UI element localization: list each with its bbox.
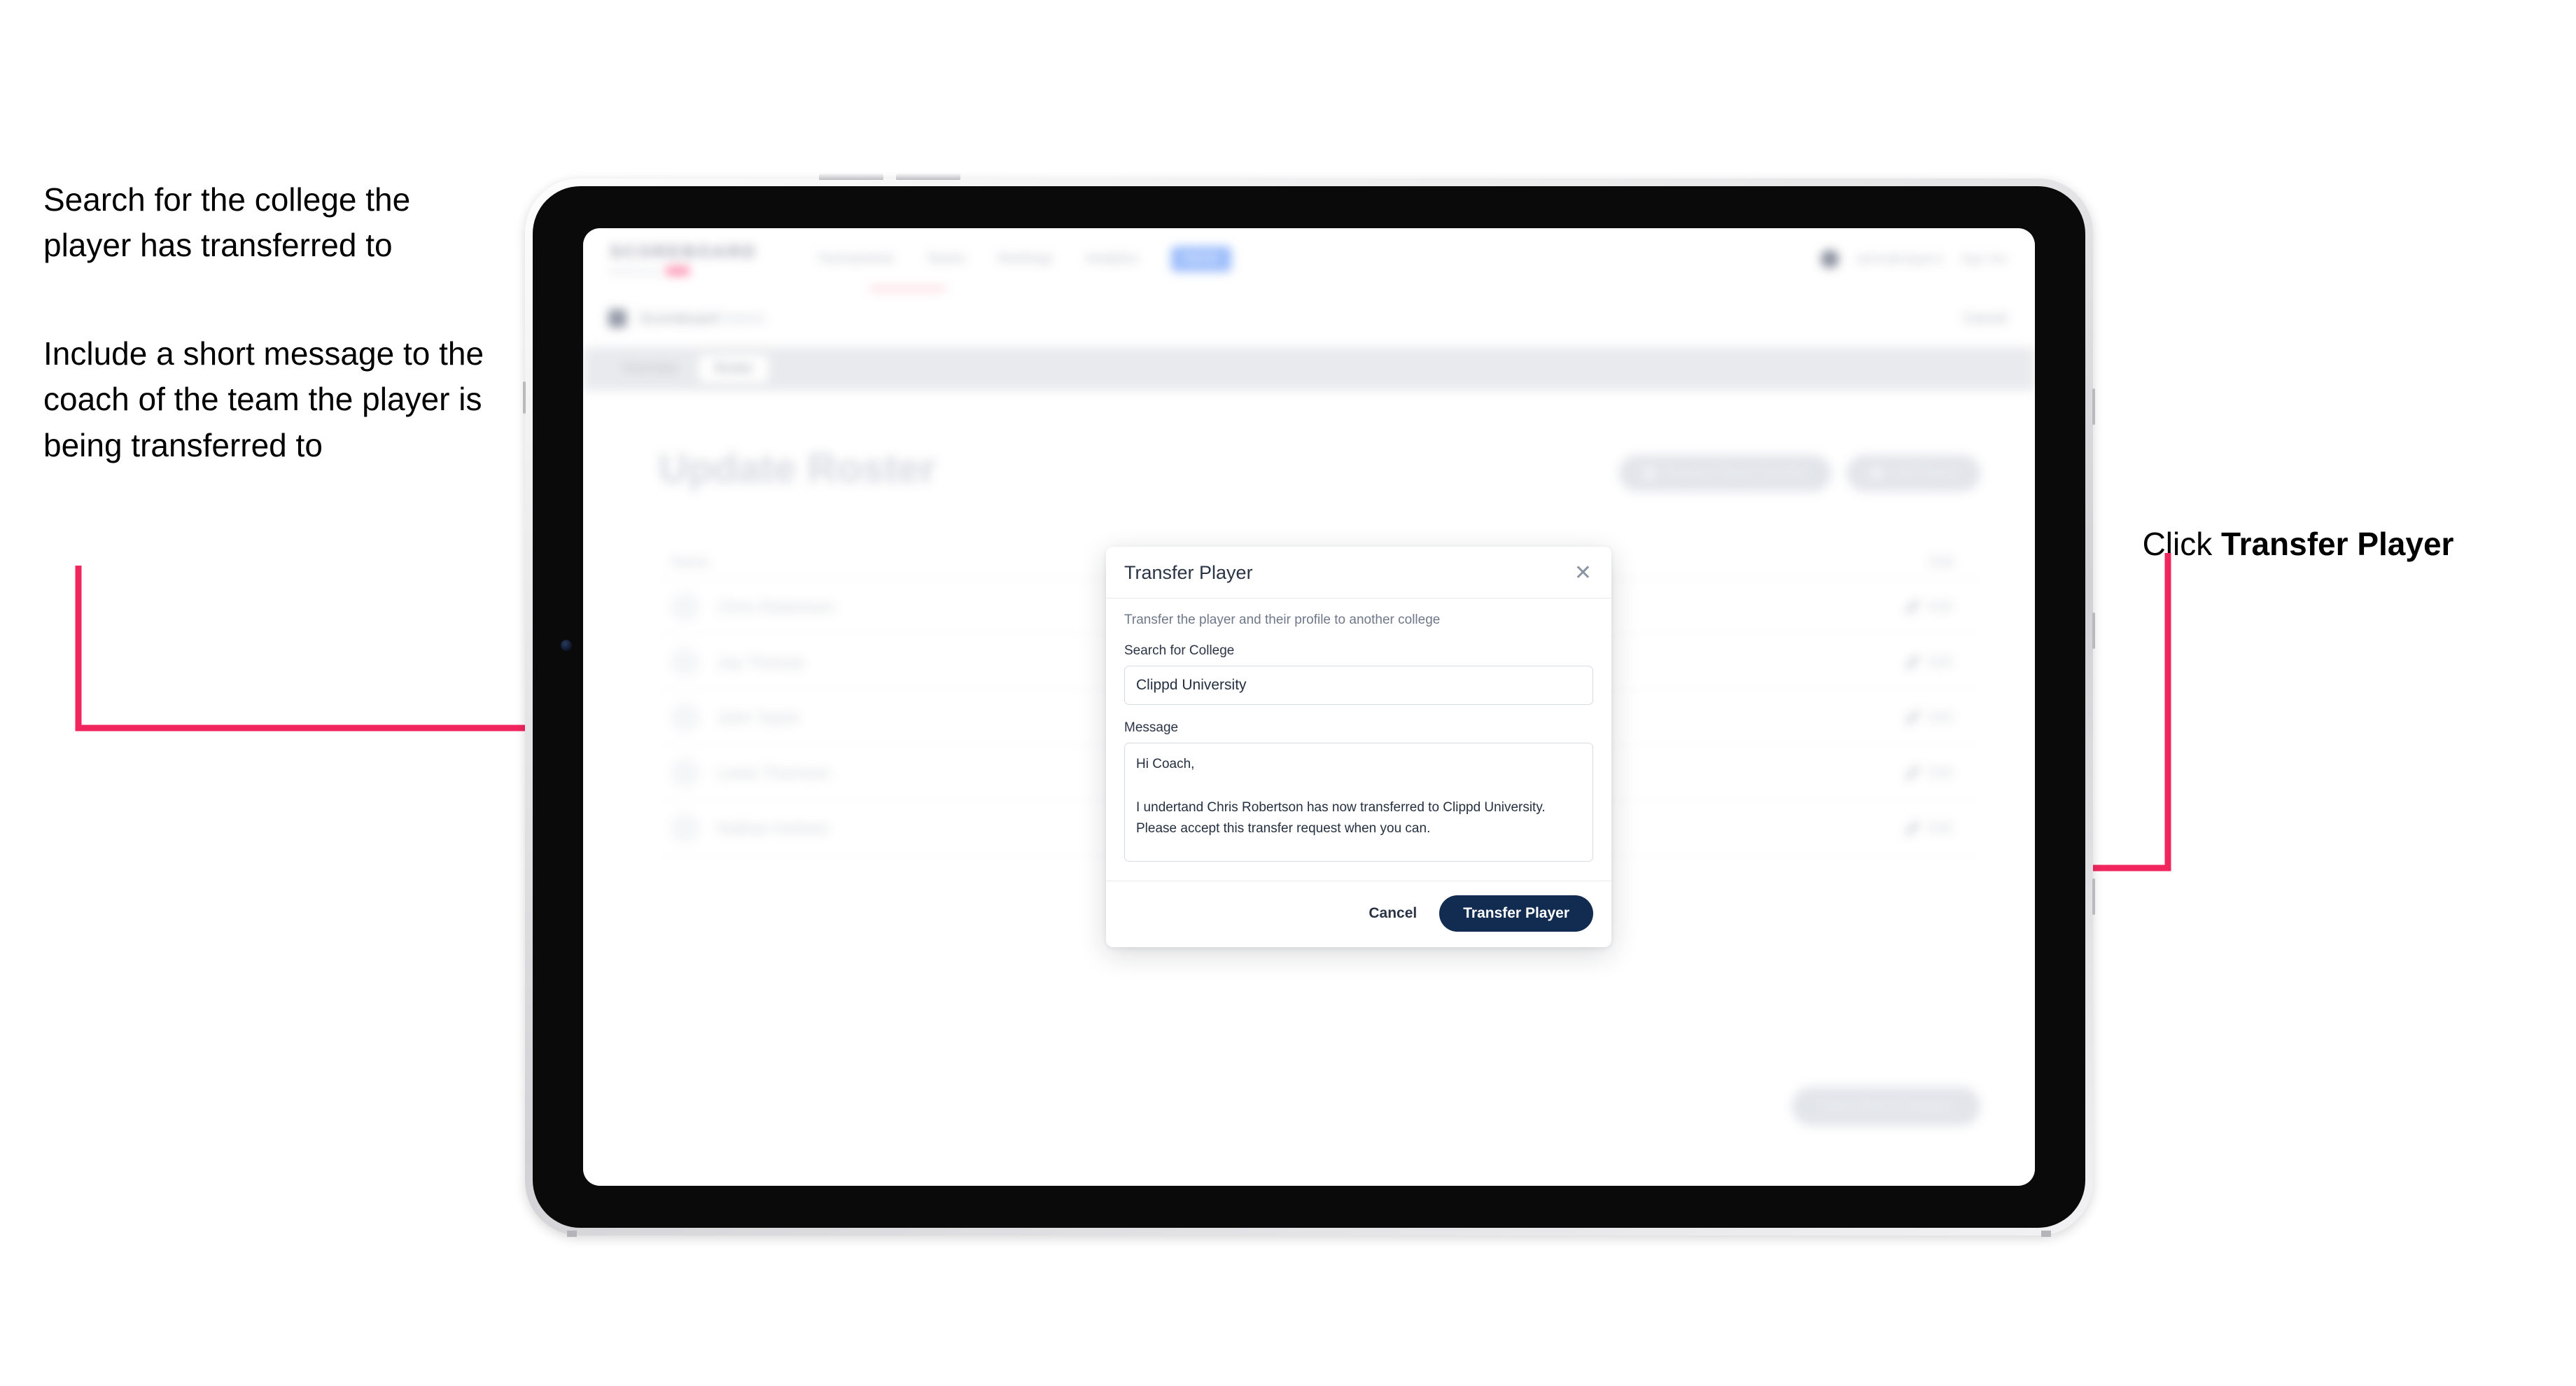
tablet-screen: SCOREBOARD powered by Tournaments Teams …	[583, 228, 2035, 1186]
right-side-port-3	[2092, 878, 2095, 915]
nav-link-tournaments[interactable]: Tournaments	[818, 251, 895, 267]
pencil-icon	[1905, 766, 1920, 780]
add-player-button[interactable]: Add Player	[1847, 455, 1980, 491]
field-spacer	[1124, 705, 1593, 720]
brand-wordmark: SCOREBOARD	[610, 242, 757, 262]
edit-button[interactable]: Edit	[1905, 654, 1968, 671]
breadcrumb-cancel-action[interactable]: Cancel	[1963, 311, 2007, 327]
page-title: Update Roster	[659, 446, 937, 491]
request-player-transfer-label: Request Player Transfer	[1664, 465, 1808, 480]
transfer-player-dialog: Transfer Player ✕ Transfer the player an…	[1106, 547, 1611, 947]
brand-subline-text: powered by	[610, 266, 661, 276]
add-player-label: Add Player	[1891, 465, 1956, 480]
edit-label: Edit	[1928, 654, 1952, 670]
breadcrumb-label[interactable]: Scoreboard Admin	[639, 309, 766, 328]
player-name: Chris Robertson	[718, 597, 834, 616]
pencil-icon	[1905, 600, 1920, 614]
segmented-tabs: Overview Roster	[583, 347, 2035, 391]
avatar	[671, 648, 699, 676]
player-name: Lewis Thomson	[718, 763, 830, 782]
annotation-click-prefix: Click	[2142, 526, 2222, 563]
right-side-port-2	[2092, 612, 2095, 649]
volume-down-button[interactable]	[896, 174, 960, 180]
volume-up-button[interactable]	[819, 174, 883, 180]
brand-accent-mark	[666, 267, 690, 275]
brand-logo[interactable]: SCOREBOARD powered by	[610, 242, 757, 276]
edit-label: Edit	[1928, 709, 1952, 725]
edit-button[interactable]: Edit	[1905, 820, 1968, 836]
dialog-footer: Cancel Transfer Player	[1106, 881, 1611, 947]
player-name: Nathan Holmes	[718, 818, 829, 837]
save-team-changes-button[interactable]: Save Team Changes	[1791, 1087, 1980, 1126]
message-textarea[interactable]	[1124, 743, 1593, 862]
avatar[interactable]	[1820, 250, 1839, 268]
pencil-icon	[1905, 655, 1920, 669]
column-header-name: Name	[671, 554, 709, 570]
dialog-title: Transfer Player	[1124, 562, 1253, 583]
nav-link-analytics[interactable]: Analytics	[1086, 251, 1139, 267]
right-side-port-1	[2092, 388, 2095, 425]
search-college-input[interactable]	[1124, 666, 1593, 705]
request-player-transfer-button[interactable]: Request Player Transfer	[1619, 455, 1832, 491]
tablet-device-mockup: SCOREBOARD powered by Tournaments Teams …	[523, 174, 2095, 1237]
dialog-header: Transfer Player ✕	[1106, 547, 1611, 598]
close-icon[interactable]: ✕	[1573, 562, 1593, 584]
header-actions: Request Player Transfer Add Player	[1619, 455, 1980, 491]
nav-link-admin[interactable]: Admin	[1170, 246, 1231, 272]
top-navigation-bar: SCOREBOARD powered by Tournaments Teams …	[583, 228, 2035, 291]
edit-label: Edit	[1928, 764, 1952, 780]
brand-subline: powered by	[610, 266, 757, 276]
pencil-icon	[1905, 821, 1920, 835]
player-name: Jay Thomas	[718, 652, 805, 671]
pencil-icon	[1905, 710, 1920, 724]
breadcrumb-label-text: Scoreboard	[639, 309, 719, 327]
avatar	[671, 814, 699, 842]
avatar	[671, 704, 699, 732]
transfer-icon	[1643, 467, 1656, 479]
nav-links: Tournaments Teams Rankings Analytics Adm…	[818, 246, 1231, 272]
transfer-player-button[interactable]: Transfer Player	[1439, 895, 1593, 932]
edit-label: Edit	[1928, 820, 1952, 836]
nav-link-teams[interactable]: Teams	[926, 251, 965, 267]
nav-right-cluster: admin@clippd.io Sign Out	[1820, 250, 2007, 268]
bottom-foot-right	[2041, 1231, 2051, 1237]
annotation-click-transfer-player: Click Transfer Player	[2124, 476, 2558, 568]
avatar	[671, 593, 699, 621]
tab-roster[interactable]: Roster	[699, 355, 769, 383]
edit-label: Edit	[1928, 598, 1952, 615]
bottom-foot-left	[567, 1231, 577, 1237]
message-field-label: Message	[1124, 720, 1179, 735]
nav-user-email: admin@clippd.io	[1855, 252, 1944, 265]
tab-overview[interactable]: Overview	[607, 355, 693, 383]
breadcrumb: Scoreboard Admin Cancel	[583, 290, 2035, 348]
cancel-button[interactable]: Cancel	[1364, 904, 1421, 923]
edit-button[interactable]: Edit	[1905, 709, 1968, 726]
left-side-port	[523, 382, 526, 414]
breadcrumb-icon	[608, 309, 626, 328]
dialog-body: Transfer the player and their profile to…	[1106, 598, 1611, 881]
college-field-label: Search for College	[1124, 643, 1235, 658]
breadcrumb-sub: Admin	[722, 309, 766, 327]
tablet-frame: SCOREBOARD powered by Tournaments Teams …	[533, 186, 2085, 1228]
annotation-include-message: Include a short message to the coach of …	[43, 335, 493, 463]
nav-link-rankings[interactable]: Rankings	[997, 251, 1053, 267]
player-name: John Taylor	[718, 708, 800, 727]
plus-icon	[1870, 467, 1884, 479]
nav-sign-out[interactable]: Sign Out	[1961, 252, 2007, 266]
edit-button[interactable]: Edit	[1905, 598, 1968, 615]
avatar	[671, 759, 699, 787]
edit-button[interactable]: Edit	[1905, 764, 1968, 781]
front-camera-icon	[561, 640, 572, 651]
annotation-click-target: Transfer Player	[2221, 526, 2454, 563]
annotation-search-college: Search for the college the player has tr…	[43, 181, 419, 264]
dialog-subtitle: Transfer the player and their profile to…	[1124, 612, 1441, 627]
column-header-edit: Edit	[1929, 554, 1954, 570]
